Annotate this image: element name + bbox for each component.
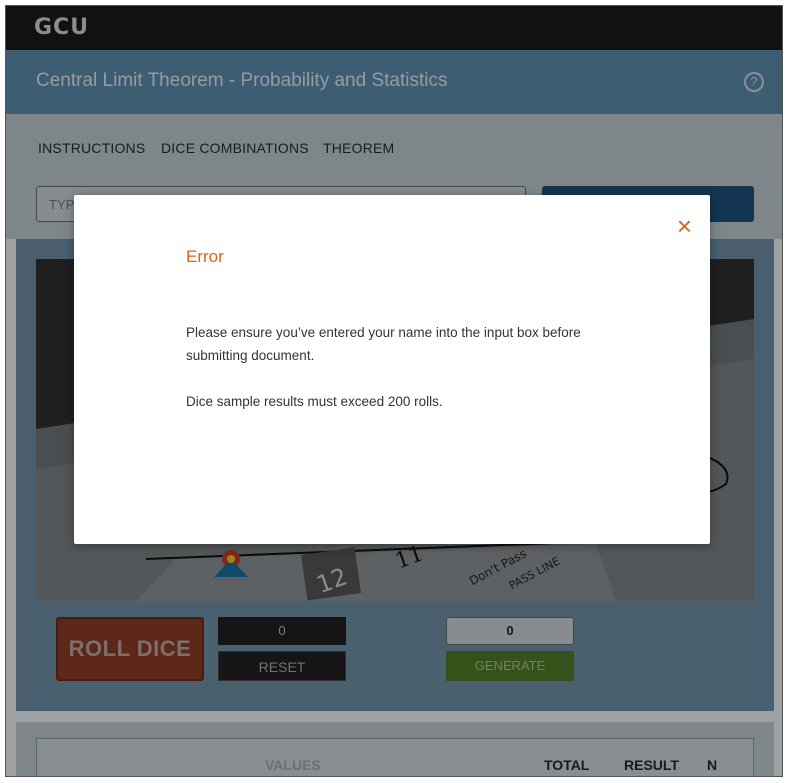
error-dialog: × Error Please ensure you’ve entered you… (74, 195, 710, 544)
error-message-rolls: Dice sample results must exceed 200 roll… (186, 394, 443, 409)
close-icon[interactable]: × (677, 213, 692, 239)
error-message-name: Please ensure you’ve entered your name i… (186, 325, 581, 363)
dialog-title: Error (186, 247, 224, 266)
app-window: GCU Central Limit Theorem - Probability … (5, 5, 783, 777)
